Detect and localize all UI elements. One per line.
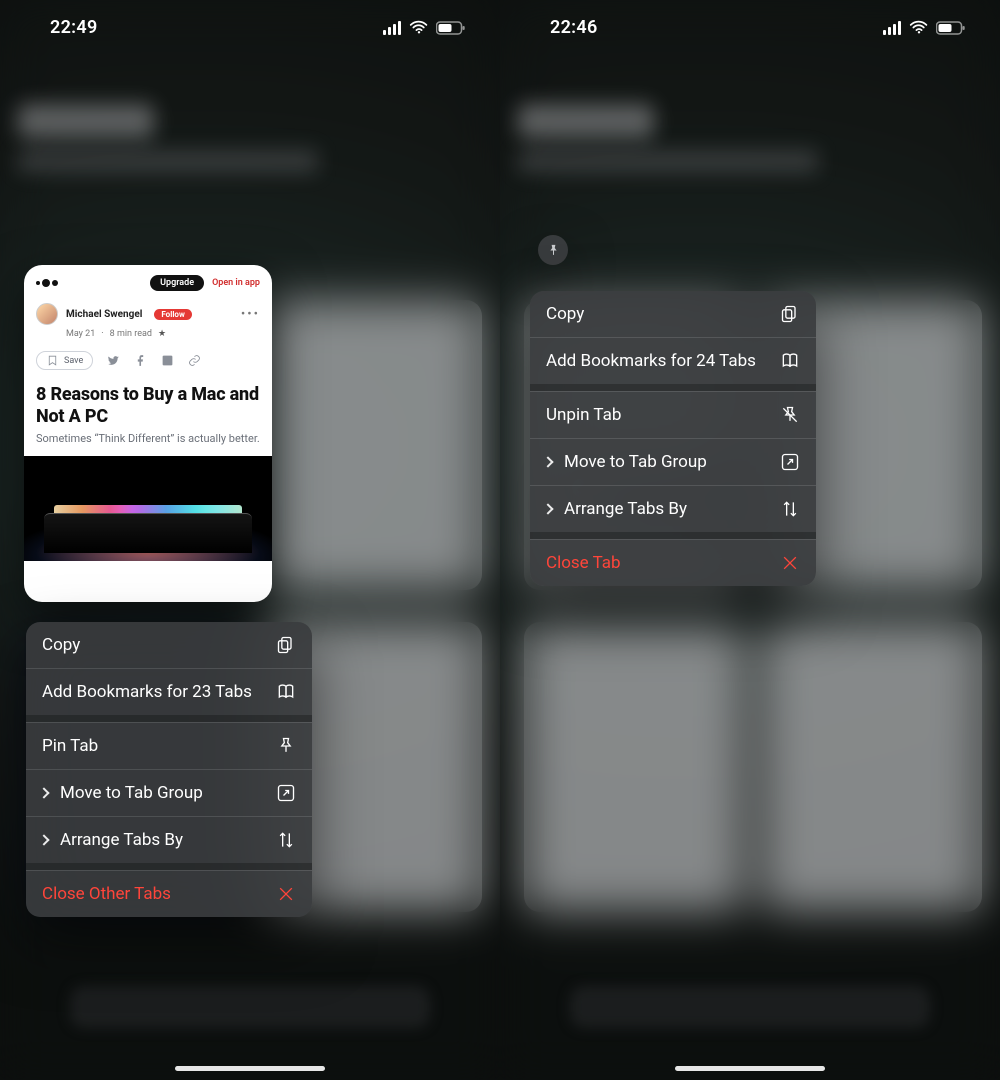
article-readtime: 8 min read bbox=[110, 329, 152, 339]
menu-close-other-tabs[interactable]: Close Other Tabs bbox=[26, 870, 312, 917]
header-title-blur bbox=[18, 104, 154, 138]
menu-separator bbox=[26, 863, 312, 870]
wifi-icon bbox=[909, 20, 929, 35]
unpin-icon bbox=[780, 405, 800, 425]
cellular-icon bbox=[382, 21, 402, 35]
header-subtitle-blur bbox=[18, 150, 318, 172]
menu-separator bbox=[530, 384, 816, 391]
cellular-icon bbox=[882, 21, 902, 35]
status-bar: 22:46 bbox=[500, 0, 1000, 55]
chevron-right-icon bbox=[542, 456, 553, 467]
bottom-toolbar-blur bbox=[570, 986, 930, 1028]
author-avatar[interactable] bbox=[36, 303, 58, 325]
pin-filled-icon bbox=[546, 243, 561, 258]
menu-move-label: Move to Tab Group bbox=[60, 783, 203, 803]
copy-icon bbox=[780, 304, 800, 324]
menu-close-label: Close Tab bbox=[546, 553, 621, 573]
chevron-right-icon bbox=[542, 503, 553, 514]
header-title-blur bbox=[518, 104, 654, 138]
menu-bookmarks-label: Add Bookmarks for 23 Tabs bbox=[42, 682, 252, 702]
star-icon: ★ bbox=[158, 329, 166, 339]
article-date: May 21 bbox=[66, 329, 95, 339]
menu-separator bbox=[26, 715, 312, 722]
menu-pin-label: Pin Tab bbox=[42, 736, 98, 756]
pin-indicator-button[interactable] bbox=[538, 235, 568, 265]
menu-unpin-tab[interactable]: Unpin Tab bbox=[530, 391, 816, 438]
author-name[interactable]: Michael Swengel bbox=[66, 309, 142, 320]
menu-arrange-tabs[interactable]: Arrange Tabs By bbox=[530, 485, 816, 532]
menu-copy[interactable]: Copy bbox=[26, 622, 312, 668]
tab-preview-card[interactable]: Upgrade Open in app Michael Swengel Foll… bbox=[24, 265, 272, 602]
wifi-icon bbox=[409, 20, 429, 35]
menu-move-label: Move to Tab Group bbox=[564, 452, 707, 472]
menu-arrange-label: Arrange Tabs By bbox=[564, 499, 687, 519]
article-subtitle: Sometimes “Think Different” is actually … bbox=[24, 432, 272, 456]
copy-icon bbox=[276, 635, 296, 655]
article-actions: Save bbox=[24, 347, 272, 380]
save-button[interactable]: Save bbox=[36, 351, 93, 370]
menu-move-to-group[interactable]: Move to Tab Group bbox=[26, 769, 312, 816]
link-icon[interactable] bbox=[188, 354, 201, 367]
book-icon bbox=[276, 682, 296, 702]
home-indicator[interactable] bbox=[175, 1066, 325, 1071]
menu-move-to-group[interactable]: Move to Tab Group bbox=[530, 438, 816, 485]
menu-unpin-label: Unpin Tab bbox=[546, 405, 621, 425]
menu-arrange-tabs[interactable]: Arrange Tabs By bbox=[26, 816, 312, 863]
status-icons bbox=[382, 20, 466, 35]
battery-icon bbox=[936, 21, 966, 35]
menu-arrange-label: Arrange Tabs By bbox=[60, 830, 183, 850]
menu-copy[interactable]: Copy bbox=[530, 291, 816, 337]
screenshot-left: 22:49 Upgrade Open in app Michael Swenge… bbox=[0, 0, 500, 1080]
menu-add-bookmarks[interactable]: Add Bookmarks for 24 Tabs bbox=[530, 337, 816, 384]
menu-add-bookmarks[interactable]: Add Bookmarks for 23 Tabs bbox=[26, 668, 312, 715]
header-subtitle-blur bbox=[518, 150, 818, 172]
bookmark-icon bbox=[46, 354, 59, 367]
article-hero-image bbox=[24, 456, 272, 561]
menu-bookmarks-label: Add Bookmarks for 24 Tabs bbox=[546, 351, 756, 371]
twitter-icon[interactable] bbox=[107, 354, 120, 367]
article-title: 8 Reasons to Buy a Mac and Not A PC bbox=[24, 380, 272, 432]
pin-icon bbox=[276, 736, 296, 756]
article-meta: May 21 · 8 min read ★ bbox=[24, 327, 272, 347]
menu-close-label: Close Other Tabs bbox=[42, 884, 171, 904]
home-indicator[interactable] bbox=[675, 1066, 825, 1071]
open-icon bbox=[276, 783, 296, 803]
status-time: 22:49 bbox=[50, 17, 98, 38]
menu-close-tab[interactable]: Close Tab bbox=[530, 539, 816, 586]
menu-copy-label: Copy bbox=[546, 304, 584, 324]
menu-pin-tab[interactable]: Pin Tab bbox=[26, 722, 312, 769]
screenshot-right: 22:46 Apple Watch, Mac &… Copy bbox=[500, 0, 1000, 1080]
close-icon bbox=[276, 884, 296, 904]
more-icon[interactable]: ••• bbox=[241, 307, 260, 322]
open-in-app-link[interactable]: Open in app bbox=[212, 278, 260, 288]
close-icon bbox=[780, 553, 800, 573]
battery-icon bbox=[436, 21, 466, 35]
save-label: Save bbox=[64, 356, 83, 366]
chevron-right-icon bbox=[38, 834, 49, 845]
tab-context-menu: Copy Add Bookmarks for 23 Tabs Pin Tab M… bbox=[26, 622, 312, 917]
upgrade-button[interactable]: Upgrade bbox=[150, 275, 204, 291]
sort-icon bbox=[276, 830, 296, 850]
menu-separator bbox=[530, 532, 816, 539]
status-bar: 22:49 bbox=[0, 0, 500, 55]
status-time: 22:46 bbox=[550, 17, 598, 38]
follow-button[interactable]: Follow bbox=[154, 309, 191, 320]
tab-context-menu: Copy Add Bookmarks for 24 Tabs Unpin Tab… bbox=[530, 291, 816, 586]
sort-icon bbox=[780, 499, 800, 519]
open-icon bbox=[780, 452, 800, 472]
status-icons bbox=[882, 20, 966, 35]
book-icon bbox=[780, 351, 800, 371]
menu-copy-label: Copy bbox=[42, 635, 80, 655]
medium-logo-icon bbox=[36, 279, 58, 287]
bottom-toolbar-blur bbox=[70, 986, 430, 1028]
facebook-icon[interactable] bbox=[134, 354, 147, 367]
chevron-right-icon bbox=[38, 787, 49, 798]
linkedin-icon[interactable] bbox=[161, 354, 174, 367]
